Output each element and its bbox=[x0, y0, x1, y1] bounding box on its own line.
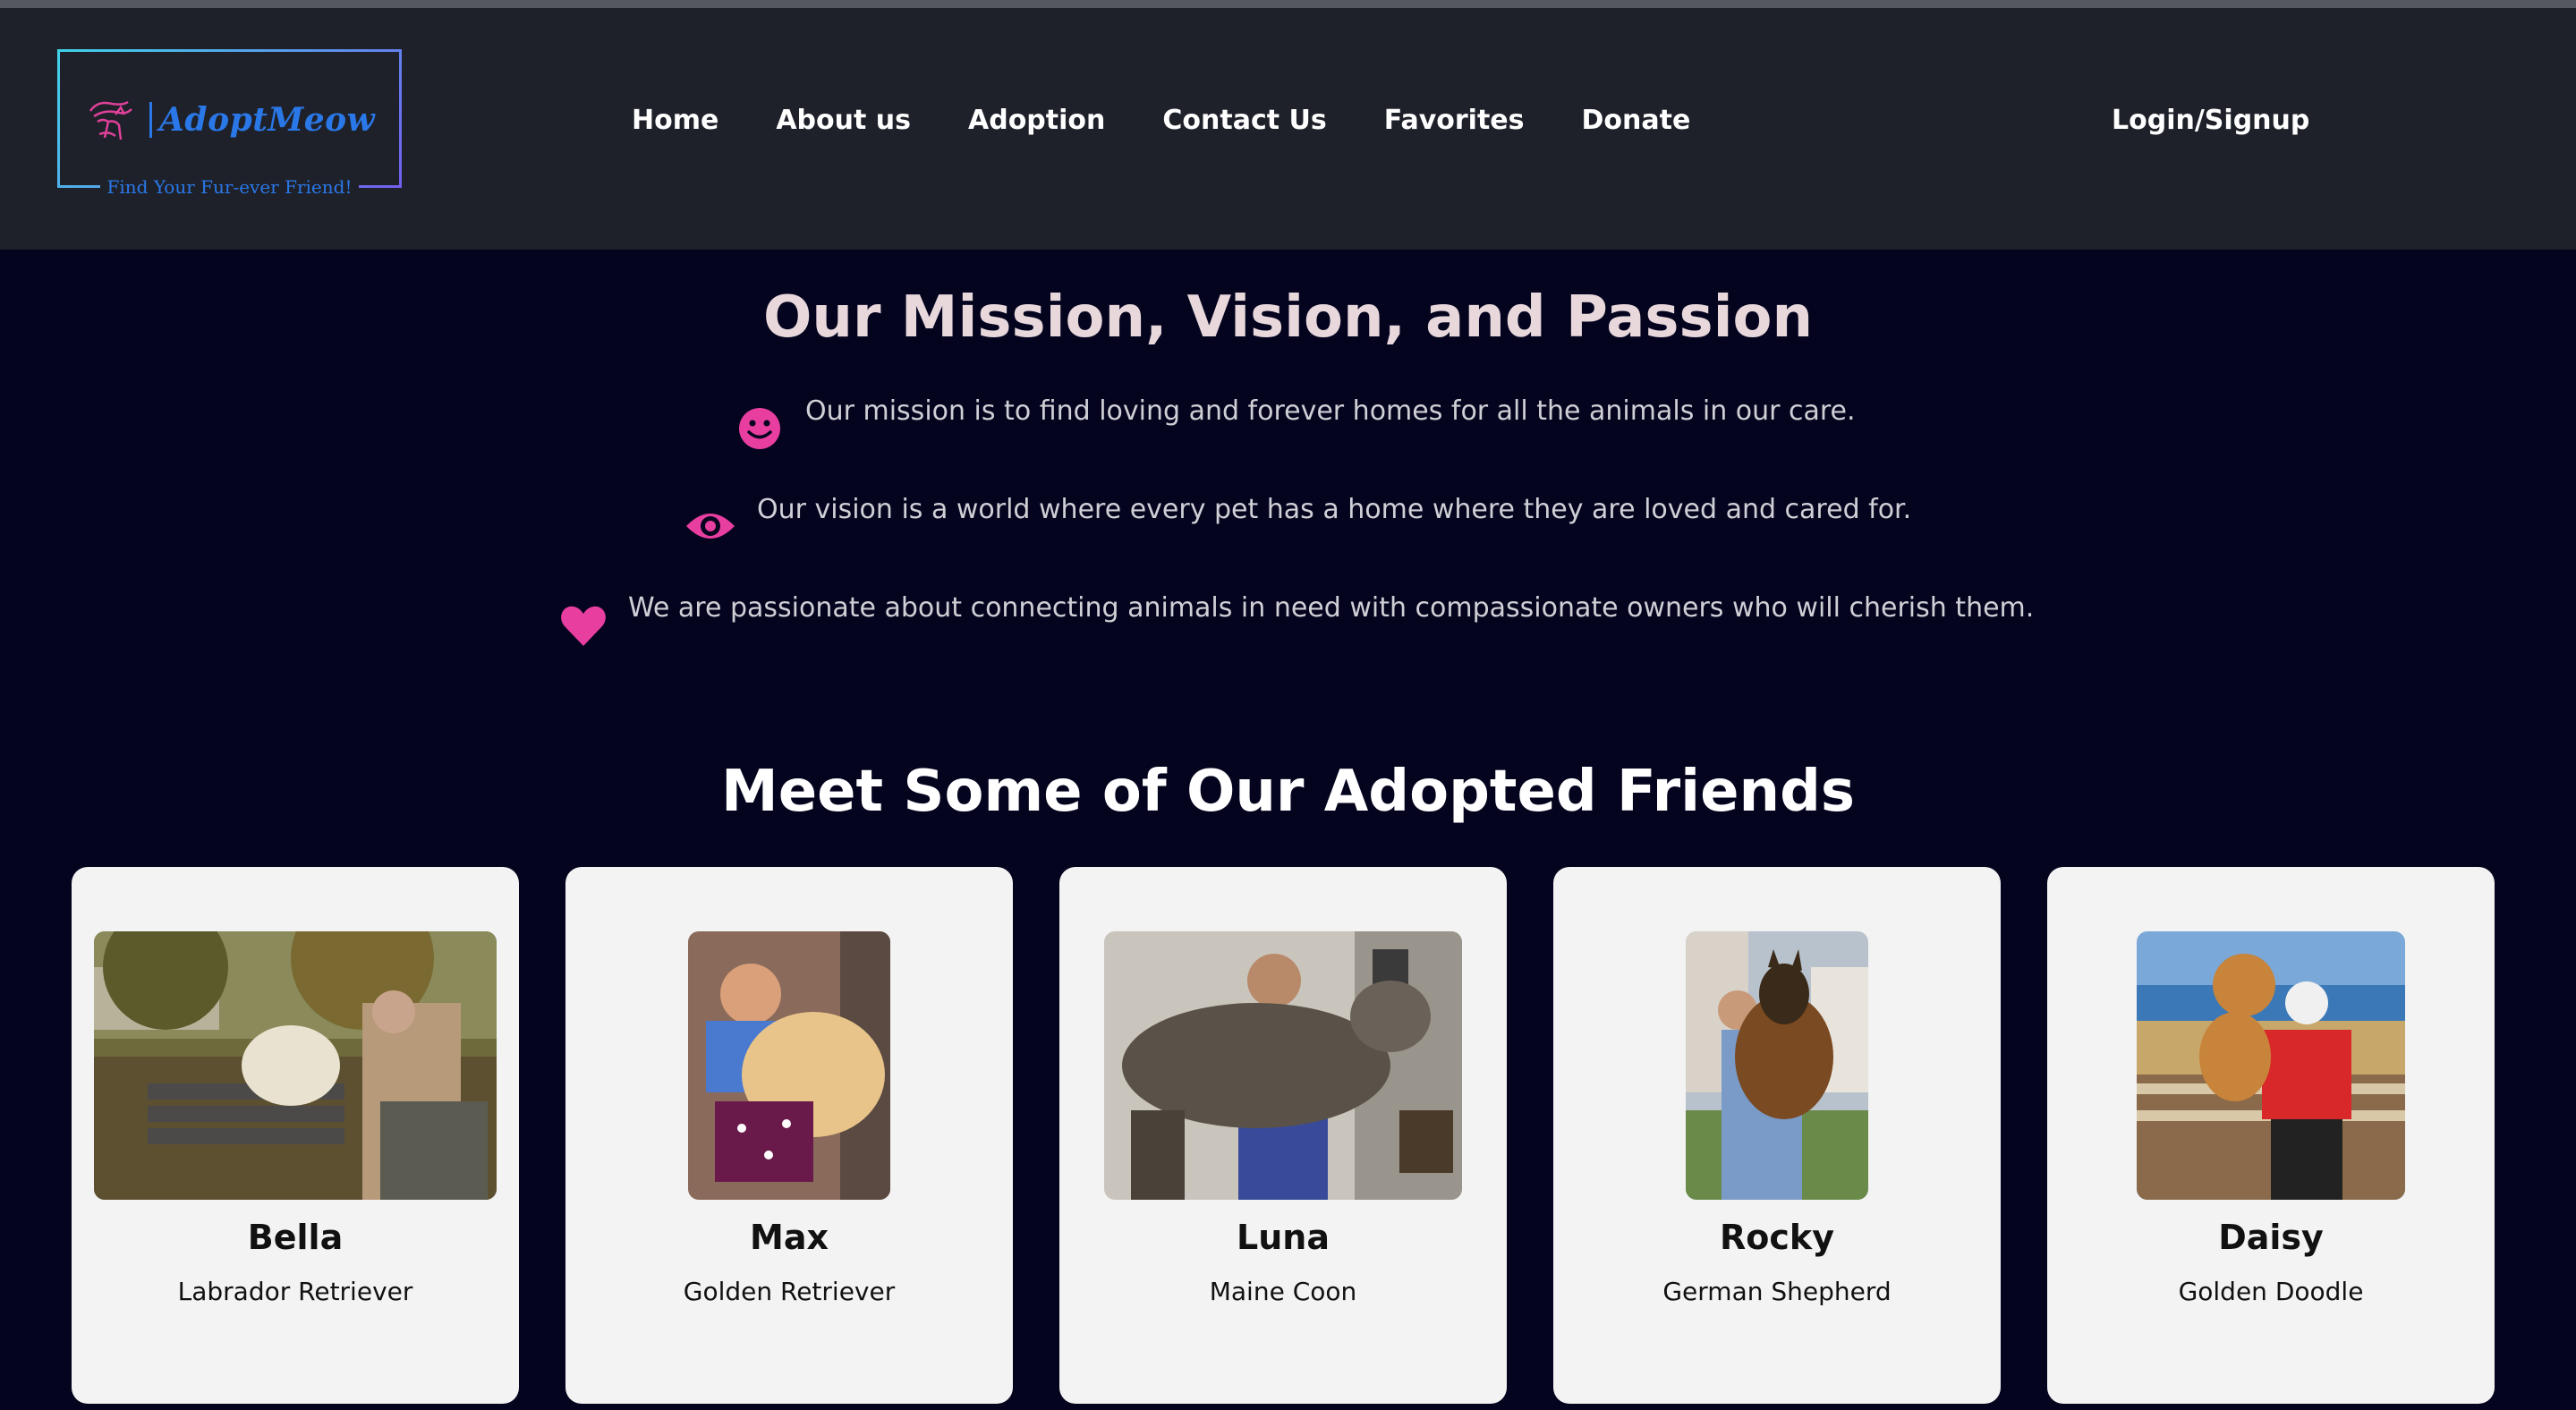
pet-card[interactable]: Rocky German Shepherd bbox=[1553, 867, 2001, 1404]
brand-name: AdoptMeow bbox=[159, 101, 376, 139]
pet-photo bbox=[688, 931, 890, 1200]
smile-icon bbox=[739, 408, 780, 449]
eye-icon bbox=[686, 514, 735, 539]
vision-item: Our vision is a world where every pet ha… bbox=[684, 494, 1911, 548]
pet-photo bbox=[2137, 931, 2405, 1200]
mission-text: Our mission is to find loving and foreve… bbox=[805, 395, 1856, 427]
pet-name: Daisy bbox=[2218, 1218, 2324, 1257]
main-nav: Home About us Adoption Contact Us Favori… bbox=[632, 105, 1690, 136]
pet-name: Max bbox=[750, 1218, 829, 1257]
pet-breed: Golden Doodle bbox=[2178, 1277, 2364, 1306]
logo-divider bbox=[149, 102, 152, 138]
nav-about[interactable]: About us bbox=[776, 105, 911, 136]
passion-item: We are passionate about connecting anima… bbox=[560, 592, 2034, 648]
logo-title: AdoptMeow bbox=[85, 95, 375, 145]
hand-cat-icon bbox=[89, 100, 132, 140]
adopted-friends-title: Meet Some of Our Adopted Friends bbox=[721, 759, 1855, 825]
brand-tagline-wrap: Find Your Fur-ever Friend! bbox=[60, 176, 399, 198]
pet-photo bbox=[1104, 931, 1462, 1200]
nav-donate[interactable]: Donate bbox=[1582, 105, 1691, 136]
site-header: AdoptMeow Find Your Fur-ever Friend! Hom… bbox=[0, 8, 2576, 250]
pet-breed: Golden Retriever bbox=[683, 1277, 896, 1306]
pet-name: Bella bbox=[247, 1218, 344, 1257]
pet-card[interactable]: Bella Labrador Retriever bbox=[72, 867, 519, 1404]
mission-title: Our Mission, Vision, and Passion bbox=[762, 285, 1814, 351]
pet-card[interactable]: Daisy Golden Doodle bbox=[2047, 867, 2495, 1404]
pet-breed: Labrador Retriever bbox=[177, 1277, 413, 1306]
nav-favorites[interactable]: Favorites bbox=[1384, 105, 1525, 136]
pet-card[interactable]: Max Golden Retriever bbox=[565, 867, 1013, 1404]
pet-name: Luna bbox=[1237, 1218, 1330, 1257]
pet-breed: German Shepherd bbox=[1662, 1277, 1892, 1306]
heart-icon bbox=[561, 606, 606, 646]
pet-name: Rocky bbox=[1720, 1218, 1834, 1257]
browser-top-border bbox=[0, 0, 2576, 8]
vision-text: Our vision is a world where every pet ha… bbox=[757, 494, 1912, 525]
nav-contact[interactable]: Contact Us bbox=[1162, 105, 1326, 136]
passion-text: We are passionate about connecting anima… bbox=[628, 592, 2035, 624]
pet-photo bbox=[1686, 931, 1868, 1200]
nav-home[interactable]: Home bbox=[632, 105, 718, 136]
pet-card[interactable]: Luna Maine Coon bbox=[1059, 867, 1507, 1404]
brand-tagline: Find Your Fur-ever Friend! bbox=[99, 176, 360, 198]
login-signup-link[interactable]: Login/Signup bbox=[2112, 105, 2309, 136]
mission-item: Our mission is to find loving and foreve… bbox=[737, 395, 1856, 453]
pet-breed: Maine Coon bbox=[1209, 1277, 1357, 1306]
pet-photo bbox=[94, 931, 497, 1200]
brand-logo[interactable]: AdoptMeow Find Your Fur-ever Friend! bbox=[57, 49, 402, 198]
nav-adoption[interactable]: Adoption bbox=[968, 105, 1105, 136]
